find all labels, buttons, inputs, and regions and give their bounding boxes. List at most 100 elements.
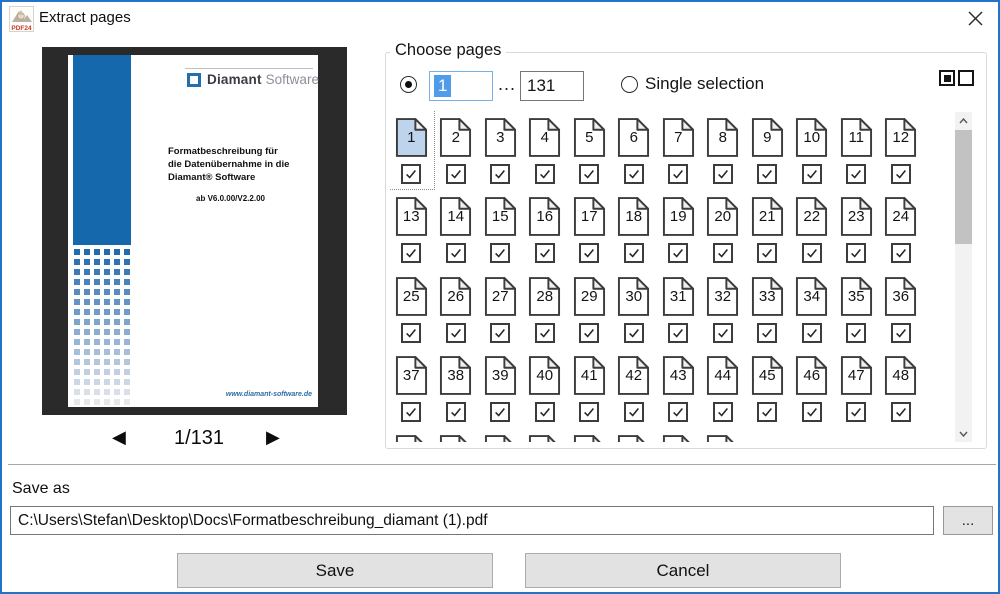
page-checkbox[interactable] (624, 402, 644, 422)
page-icon[interactable]: 25 (395, 276, 428, 317)
page-checkbox[interactable] (668, 164, 688, 184)
page-checkbox[interactable] (579, 402, 599, 422)
page-icon[interactable]: 23 (840, 196, 873, 237)
page-thumb-35[interactable]: 35 (834, 269, 879, 348)
page-checkbox[interactable] (802, 323, 822, 343)
page-icon[interactable]: 12 (884, 117, 917, 158)
page-thumb-38[interactable]: 38 (434, 348, 479, 427)
page-icon[interactable]: 32 (706, 276, 739, 317)
next-page-button[interactable]: ▶ (266, 427, 280, 448)
page-icon[interactable]: 48 (884, 355, 917, 396)
page-icon[interactable]: 53 (573, 434, 606, 442)
page-icon[interactable]: 49 (395, 434, 428, 442)
page-icon[interactable]: 45 (751, 355, 784, 396)
page-thumb-24[interactable]: 24 (879, 189, 924, 268)
page-checkbox[interactable] (535, 402, 555, 422)
page-thumb-4[interactable]: 4 (523, 110, 568, 189)
page-thumb-37[interactable]: 37 (389, 348, 434, 427)
range-to-input[interactable]: 131 (520, 71, 584, 101)
page-thumb-32[interactable]: 32 (701, 269, 746, 348)
page-thumb-27[interactable]: 27 (478, 269, 523, 348)
page-checkbox[interactable] (490, 243, 510, 263)
page-thumb-41[interactable]: 41 (567, 348, 612, 427)
page-icon[interactable]: 20 (706, 196, 739, 237)
scroll-thumb[interactable] (955, 130, 972, 244)
page-checkbox[interactable] (713, 402, 733, 422)
page-icon[interactable]: 19 (662, 196, 695, 237)
page-icon[interactable]: 35 (840, 276, 873, 317)
page-icon[interactable]: 36 (884, 276, 917, 317)
page-checkbox[interactable] (446, 243, 466, 263)
page-thumb-13[interactable]: 13 (389, 189, 434, 268)
page-icon[interactable]: 43 (662, 355, 695, 396)
page-checkbox[interactable] (891, 164, 911, 184)
page-icon[interactable]: 40 (528, 355, 561, 396)
page-icon[interactable]: 8 (706, 117, 739, 158)
page-thumb-22[interactable]: 22 (790, 189, 835, 268)
page-icon[interactable]: 27 (484, 276, 517, 317)
page-icon[interactable]: 29 (573, 276, 606, 317)
page-checkbox[interactable] (846, 402, 866, 422)
page-thumb-3[interactable]: 3 (478, 110, 523, 189)
page-checkbox[interactable] (757, 164, 777, 184)
page-checkbox[interactable] (802, 243, 822, 263)
page-icon[interactable]: 42 (617, 355, 650, 396)
page-checkbox[interactable] (401, 243, 421, 263)
page-icon[interactable]: 16 (528, 196, 561, 237)
page-icon[interactable]: 46 (795, 355, 828, 396)
page-icon[interactable]: 22 (795, 196, 828, 237)
cancel-button[interactable]: Cancel (525, 553, 841, 588)
page-icon[interactable]: 50 (439, 434, 472, 442)
page-icon[interactable]: 52 (528, 434, 561, 442)
page-checkbox[interactable] (624, 243, 644, 263)
page-thumb-50[interactable]: 50 (434, 427, 479, 442)
page-checkbox[interactable] (401, 323, 421, 343)
page-thumb-17[interactable]: 17 (567, 189, 612, 268)
page-icon[interactable]: 9 (751, 117, 784, 158)
page-icon[interactable]: 7 (662, 117, 695, 158)
page-checkbox[interactable] (446, 323, 466, 343)
page-icon[interactable]: 10 (795, 117, 828, 158)
page-thumb-9[interactable]: 9 (745, 110, 790, 189)
page-thumb-40[interactable]: 40 (523, 348, 568, 427)
scrollbar[interactable] (955, 112, 972, 442)
page-thumb-15[interactable]: 15 (478, 189, 523, 268)
page-checkbox[interactable] (579, 164, 599, 184)
page-thumb-56[interactable]: 56 (701, 427, 746, 442)
page-icon[interactable]: 56 (706, 434, 739, 442)
page-icon[interactable]: 6 (617, 117, 650, 158)
page-icon[interactable]: 14 (439, 196, 472, 237)
page-checkbox[interactable] (446, 164, 466, 184)
page-checkbox[interactable] (891, 402, 911, 422)
single-selection-radio[interactable] (621, 76, 638, 93)
page-thumb-42[interactable]: 42 (612, 348, 657, 427)
page-checkbox[interactable] (802, 402, 822, 422)
page-icon[interactable]: 38 (439, 355, 472, 396)
browse-button[interactable]: ... (943, 506, 993, 535)
page-checkbox[interactable] (579, 323, 599, 343)
page-icon[interactable]: 24 (884, 196, 917, 237)
page-thumb-53[interactable]: 53 (567, 427, 612, 442)
page-thumb-5[interactable]: 5 (567, 110, 612, 189)
page-thumb-43[interactable]: 43 (656, 348, 701, 427)
range-selection-radio[interactable] (400, 76, 417, 93)
page-checkbox[interactable] (401, 164, 421, 184)
prev-page-button[interactable]: ◀ (112, 427, 126, 448)
page-thumb-47[interactable]: 47 (834, 348, 879, 427)
page-checkbox[interactable] (713, 164, 733, 184)
page-checkbox[interactable] (757, 323, 777, 343)
page-icon[interactable]: 51 (484, 434, 517, 442)
page-thumb-44[interactable]: 44 (701, 348, 746, 427)
page-thumb-10[interactable]: 10 (790, 110, 835, 189)
page-icon[interactable]: 13 (395, 196, 428, 237)
page-thumb-21[interactable]: 21 (745, 189, 790, 268)
page-thumb-31[interactable]: 31 (656, 269, 701, 348)
page-thumb-39[interactable]: 39 (478, 348, 523, 427)
page-checkbox[interactable] (757, 402, 777, 422)
page-icon[interactable]: 54 (617, 434, 650, 442)
page-checkbox[interactable] (668, 323, 688, 343)
page-thumb-20[interactable]: 20 (701, 189, 746, 268)
page-icon[interactable]: 44 (706, 355, 739, 396)
page-checkbox[interactable] (624, 164, 644, 184)
page-icon[interactable]: 15 (484, 196, 517, 237)
